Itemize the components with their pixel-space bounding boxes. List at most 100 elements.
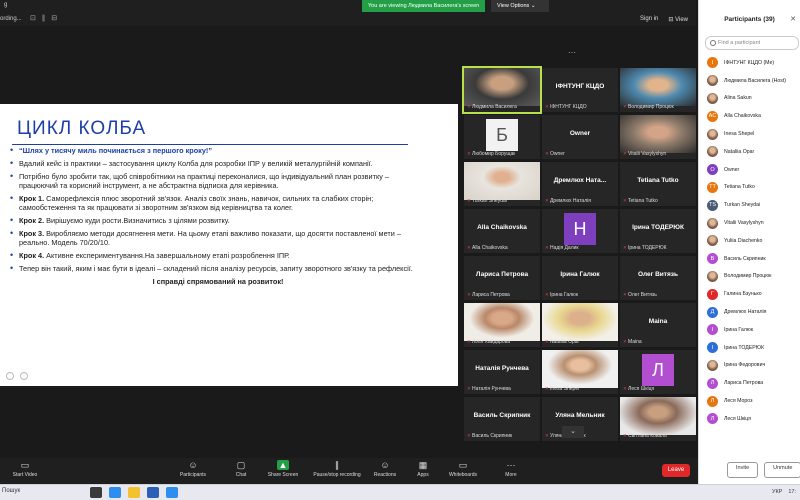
participant-row[interactable]: TT Tetiana Tutko — [699, 179, 800, 197]
title-underline — [12, 144, 408, 145]
participant-row[interactable]: Vitalii Vasylyshyn — [699, 214, 800, 232]
close-icon[interactable]: ✕ — [790, 15, 796, 23]
video-feed — [620, 68, 696, 106]
unmute-all-button[interactable]: Unmute — [764, 462, 800, 478]
taskbar-search[interactable]: Пошук — [2, 488, 20, 494]
share-screen-button[interactable]: ▲ Share Screen — [258, 460, 308, 478]
video-feed — [542, 350, 618, 388]
participant-row[interactable]: TS Turkan Sheydai — [699, 196, 800, 214]
record-button[interactable]: ∥ Pause/stop recording — [312, 460, 362, 478]
video-tile[interactable]: Володимир Процюк — [620, 68, 696, 112]
word-icon[interactable] — [147, 487, 159, 498]
participant-row[interactable]: Л Лариса Петрова — [699, 374, 800, 392]
video-tile[interactable]: Inesa Shepel — [542, 350, 618, 394]
participants-button[interactable]: ☺ Participants — [168, 460, 218, 478]
participant-row[interactable]: І Ірина Галюк — [699, 321, 800, 339]
edge-icon[interactable] — [109, 487, 121, 498]
bullet-text: Потрібно було зробити так, щоб співробіт… — [19, 172, 389, 190]
video-tile[interactable]: Василь Скрипник Василь Скрипник — [464, 397, 540, 441]
participant-row[interactable]: Nataliia Opar — [699, 143, 800, 161]
windows-taskbar: Пошук УКР 17: — [0, 484, 800, 500]
bullet-text: Виробляємо методи досягнення мети. На ць… — [19, 229, 401, 247]
participant-row[interactable]: Ірина Федорович — [699, 357, 800, 375]
video-tile[interactable]: Alla Chaikovska Alla Chaikovska — [464, 209, 540, 253]
next-slide-icon[interactable] — [20, 372, 28, 380]
slide-title: ЦИКЛ КОЛБА — [17, 118, 147, 139]
video-tile[interactable]: Олег Витязь Олег Витязь — [620, 256, 696, 300]
language-indicator[interactable]: УКР — [772, 489, 782, 495]
zoom-icon[interactable] — [166, 487, 178, 498]
participant-row[interactable]: Yuliia Diachenko — [699, 232, 800, 250]
task-view-icon[interactable] — [90, 487, 102, 498]
start-video-button[interactable]: ▭ Start Video — [0, 460, 50, 478]
bullet-text: “Шлях у тисячу миль починається з першог… — [19, 146, 212, 155]
people-icon: ☺ — [188, 460, 198, 470]
participant-name: Alina Sakun — [724, 95, 752, 102]
video-tile[interactable]: Maina Maina — [620, 303, 696, 347]
folder-icon[interactable] — [128, 487, 140, 498]
participant-search-input[interactable]: Find a participant — [705, 36, 799, 50]
start-video-label: Start Video — [12, 472, 38, 478]
reactions-label: Reactions — [373, 472, 397, 478]
participant-row[interactable]: AC Alla Chaikovska — [699, 107, 800, 125]
video-tile[interactable]: Ірина Галюк Ірина Галюк — [542, 256, 618, 300]
sign-in-link[interactable]: Sign in — [640, 16, 658, 23]
leave-button[interactable]: Leave — [662, 464, 690, 477]
participant-row[interactable]: Г Галина Бзунько — [699, 285, 800, 303]
participant-row[interactable]: І Ірина ТОДЕРЮК — [699, 339, 800, 357]
video-tile[interactable]: Людмила Василега — [462, 66, 542, 114]
search-icon — [710, 40, 716, 46]
whiteboards-button[interactable]: ▭ Whiteboards — [438, 460, 488, 478]
video-tile[interactable]: Vitalii Vasylyshyn — [620, 115, 696, 159]
participant-name: Галина Бзунько — [724, 291, 762, 298]
view-options-button[interactable]: View Options ⌄ — [491, 0, 549, 12]
participant-row[interactable]: Inesa Shepel — [699, 125, 800, 143]
participant-row[interactable]: Л Леся Мороз — [699, 392, 800, 410]
more-options-icon[interactable]: ⋯ — [568, 48, 578, 58]
invite-button[interactable]: Invite — [727, 462, 759, 478]
participant-row[interactable]: Людмила Василега (Host) — [699, 72, 800, 90]
video-tile[interactable]: Turkan Sheydai — [464, 162, 540, 206]
video-tile[interactable]: Лілія Хайдарова — [464, 303, 540, 347]
slide-nav[interactable] — [6, 372, 28, 380]
tile-name-label: Володимир Процюк — [623, 104, 674, 110]
participant-name: Inesa Shepel — [724, 131, 755, 138]
video-tile[interactable]: Наталія Рунчева Наталія Рунчева — [464, 350, 540, 394]
tile-name-label: ІФНТУНГ КЦДО — [545, 104, 587, 110]
prev-slide-icon[interactable] — [6, 372, 14, 380]
video-camera-icon: ▭ — [20, 460, 30, 470]
tile-display-name: Maina — [648, 318, 668, 325]
video-tile[interactable]: Tetiana Tutko Tetiana Tutko — [620, 162, 696, 206]
window-controls-icon[interactable]: ⊡ ∥ ⊟ — [30, 14, 59, 22]
chevron-down-icon[interactable]: ⌄ — [562, 426, 584, 438]
avatar — [707, 75, 718, 87]
clock[interactable]: 17: — [788, 489, 796, 495]
video-tile[interactable]: БЛюбомир Борущак — [464, 115, 540, 159]
participant-row[interactable]: O Owner — [699, 161, 800, 179]
video-tile[interactable]: ННадія Далик — [542, 209, 618, 253]
participant-row[interactable]: Д Дремлюх Наталія — [699, 303, 800, 321]
search-placeholder: Find a participant — [718, 40, 761, 46]
video-feed — [620, 115, 696, 153]
avatar — [707, 270, 718, 282]
view-button[interactable]: ⊟ View — [668, 16, 688, 23]
participant-name: Василь Скрипник — [724, 255, 766, 262]
participant-row[interactable]: Alina Sakun — [699, 90, 800, 108]
participant-row[interactable]: Л Леся Шкіця — [699, 410, 800, 428]
participant-row[interactable]: В Василь Скрипник — [699, 250, 800, 268]
video-tile[interactable]: Owner Owner — [542, 115, 618, 159]
video-tile[interactable]: ІФНТУНГ КЦДО ІФНТУНГ КЦДО — [542, 68, 618, 112]
video-tile[interactable]: ЛЛеся Шкіця — [620, 350, 696, 394]
participant-row[interactable]: І ІФНТУНГ КЦДО (Me) — [699, 54, 800, 72]
more-button[interactable]: ⋯ More — [486, 460, 536, 478]
participant-row[interactable]: Володимир Процюк — [699, 268, 800, 286]
video-tile[interactable]: Дремлюх Ната... Дремлюх Наталія — [542, 162, 618, 206]
video-tile[interactable]: Лариса Петрова Лариса Петрова — [464, 256, 540, 300]
video-tile[interactable]: Ірина ТОДЕРЮК Ірина ТОДЕРЮК — [620, 209, 696, 253]
video-tile[interactable]: Світлана Коваль — [620, 397, 696, 441]
video-tile[interactable]: Nataliia Opar — [542, 303, 618, 347]
tile-name-label: Лілія Хайдарова — [467, 339, 510, 345]
tile-name-label: Людмила Василега — [467, 104, 517, 110]
participant-name: Лариса Петрова — [724, 380, 764, 387]
tile-name-label: Vitalii Vasylyshyn — [623, 151, 666, 157]
